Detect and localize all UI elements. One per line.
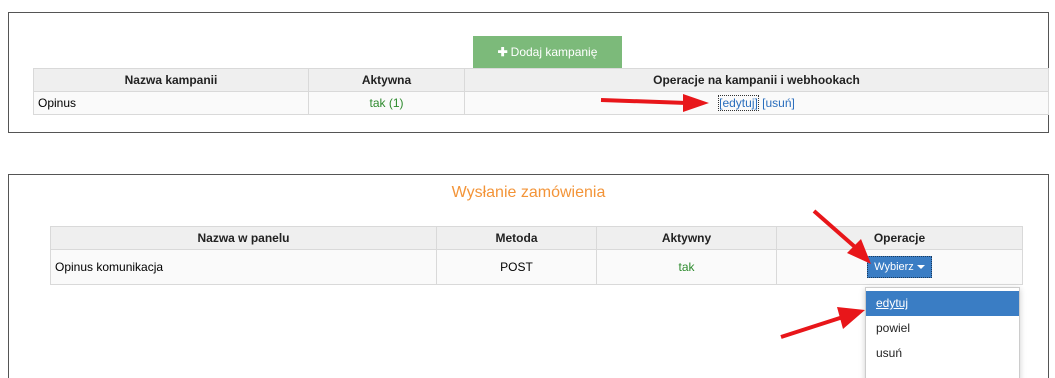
plus-icon: ✚ bbox=[497, 45, 508, 59]
column-header-campaign-name: Nazwa kampanii bbox=[33, 68, 309, 92]
campaign-operations-cell: [edytuj] [usuń] bbox=[464, 91, 1049, 115]
webhook-name-cell: Opinus komunikacja bbox=[50, 249, 437, 285]
add-campaign-button[interactable]: ✚ Dodaj kampanię bbox=[473, 36, 622, 68]
edit-campaign-link[interactable]: [edytuj] bbox=[718, 95, 759, 111]
campaigns-panel: ✚ Dodaj kampanię Nazwa kampanii Aktywna O… bbox=[8, 12, 1049, 133]
delete-campaign-link[interactable]: [usuń] bbox=[762, 96, 795, 110]
dropdown-item-delete[interactable]: usuń bbox=[866, 341, 1019, 366]
campaigns-table: Nazwa kampanii Aktywna Operacje na kampa… bbox=[33, 68, 1049, 115]
campaign-name-cell: Opinus bbox=[33, 91, 309, 115]
red-arrow-icon bbox=[780, 307, 865, 339]
add-campaign-label: Dodaj kampanię bbox=[510, 45, 598, 59]
column-header-active: Aktywna bbox=[308, 68, 465, 92]
section-title: Wysłanie zamówienia bbox=[451, 184, 606, 201]
order-sending-panel: Wysłanie zamówienia Nazwa w panelu Metod… bbox=[8, 174, 1049, 378]
column-header-operations: Operacje na kampanii i webhookach bbox=[464, 68, 1049, 92]
webhook-method-cell: POST bbox=[436, 249, 597, 285]
dropdown-item-edit[interactable]: edytuj bbox=[866, 291, 1019, 316]
webhook-active-cell: tak bbox=[596, 249, 777, 285]
red-arrow-icon bbox=[600, 94, 709, 112]
table-header-row: Nazwa kampanii Aktywna Operacje na kampa… bbox=[33, 68, 1049, 92]
column-header-method: Metoda bbox=[436, 226, 597, 250]
campaign-active-cell: tak (1) bbox=[308, 91, 465, 115]
actions-dropdown-menu: edytuj powiel usuń bbox=[865, 287, 1020, 378]
column-header-active: Aktywny bbox=[596, 226, 777, 250]
table-row: Opinus tak (1) [edytuj] [usuń] bbox=[33, 91, 1049, 115]
column-header-panel-name: Nazwa w panelu bbox=[50, 226, 437, 250]
caret-down-icon bbox=[916, 265, 925, 270]
red-arrow-icon bbox=[812, 209, 871, 264]
dropdown-item-duplicate[interactable]: powiel bbox=[866, 316, 1019, 341]
